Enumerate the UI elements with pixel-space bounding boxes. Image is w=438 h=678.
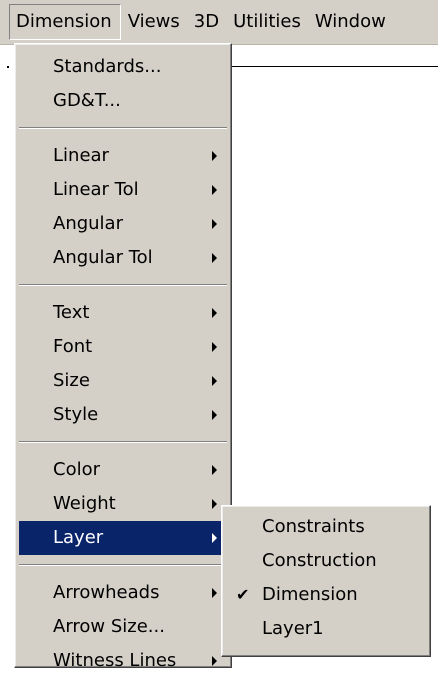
submenu-item-construction[interactable]: Construction — [226, 544, 426, 578]
menu-item-label: Construction — [262, 550, 377, 571]
menu-views[interactable]: Views — [121, 4, 187, 40]
menu-utilities[interactable]: Utilities — [226, 4, 308, 40]
menu-item-label: Angular Tol — [53, 247, 153, 268]
menu-item-layer[interactable]: Layer — [19, 521, 227, 555]
menu-item-label: GD&T... — [53, 90, 121, 111]
menu-item-label: Dimension — [262, 584, 358, 605]
submenu-arrow-icon — [212, 219, 217, 229]
submenu-arrow-icon — [212, 185, 217, 195]
submenu-arrow-icon — [212, 499, 217, 509]
menu-item-font[interactable]: Font — [19, 330, 227, 364]
menu-item-label: Layer1 — [262, 618, 324, 639]
submenu-item-constraints[interactable]: Constraints — [226, 510, 426, 544]
menu-window[interactable]: Window — [308, 4, 393, 40]
menu-item-angular[interactable]: Angular — [19, 207, 227, 241]
menu-item-witness-lines[interactable]: Witness Lines — [19, 644, 227, 678]
submenu-arrow-icon — [212, 656, 217, 666]
document-edge-line — [232, 66, 438, 67]
menu-3d[interactable]: 3D — [187, 4, 226, 40]
menu-item-arrowheads[interactable]: Arrowheads — [19, 576, 227, 610]
menu-item-label: Color — [53, 459, 100, 480]
menu-item-linear-tol[interactable]: Linear Tol — [19, 173, 227, 207]
menu-item-label: Size — [53, 370, 90, 391]
document-mark — [7, 66, 9, 68]
submenu-arrow-icon — [212, 151, 217, 161]
menu-separator — [19, 564, 227, 566]
menu-item-label: Text — [53, 302, 90, 323]
menu-item-arrow-size[interactable]: Arrow Size... — [19, 610, 227, 644]
menu-item-label: Standards... — [53, 56, 162, 77]
menu-item-style[interactable]: Style — [19, 398, 227, 432]
checkmark-icon: ✔ — [236, 585, 250, 604]
menu-item-weight[interactable]: Weight — [19, 487, 227, 521]
menu-item-label: Arrowheads — [53, 582, 160, 603]
menu-item-label: Angular — [53, 213, 123, 234]
layer-submenu: Constraints Construction ✔ Dimension Laye… — [221, 505, 431, 657]
menu-item-label: Linear Tol — [53, 179, 139, 200]
menu-item-label: Arrow Size... — [53, 616, 165, 637]
menu-separator — [19, 127, 227, 129]
menu-separator — [19, 441, 227, 443]
submenu-arrow-icon — [212, 588, 217, 598]
menu-item-label: Weight — [53, 493, 116, 514]
dimension-dropdown-menu: Standards... GD&T... Linear Linear Tol A… — [14, 43, 232, 671]
menu-separator — [19, 284, 227, 286]
menu-bar: Dimension Views 3D Utilities Window — [0, 0, 438, 45]
submenu-arrow-icon — [212, 253, 217, 263]
submenu-arrow-icon — [212, 533, 217, 543]
submenu-item-dimension[interactable]: ✔ Dimension — [226, 578, 426, 612]
menu-item-linear[interactable]: Linear — [19, 139, 227, 173]
submenu-item-layer1[interactable]: Layer1 — [226, 612, 426, 646]
menu-item-label: Style — [53, 404, 99, 425]
submenu-arrow-icon — [212, 376, 217, 386]
menu-item-angular-tol[interactable]: Angular Tol — [19, 241, 227, 275]
submenu-arrow-icon — [212, 342, 217, 352]
menu-item-standards[interactable]: Standards... — [19, 50, 227, 84]
menu-item-label: Constraints — [262, 516, 365, 537]
menu-dimension[interactable]: Dimension — [9, 4, 121, 40]
submenu-arrow-icon — [212, 410, 217, 420]
menu-item-size[interactable]: Size — [19, 364, 227, 398]
menu-item-label: Font — [53, 336, 93, 357]
menu-item-label: Layer — [53, 527, 104, 548]
menu-item-color[interactable]: Color — [19, 453, 227, 487]
submenu-arrow-icon — [212, 465, 217, 475]
menu-item-text[interactable]: Text — [19, 296, 227, 330]
menu-item-gdt[interactable]: GD&T... — [19, 84, 227, 118]
submenu-arrow-icon — [212, 308, 217, 318]
menu-item-label: Linear — [53, 145, 109, 166]
